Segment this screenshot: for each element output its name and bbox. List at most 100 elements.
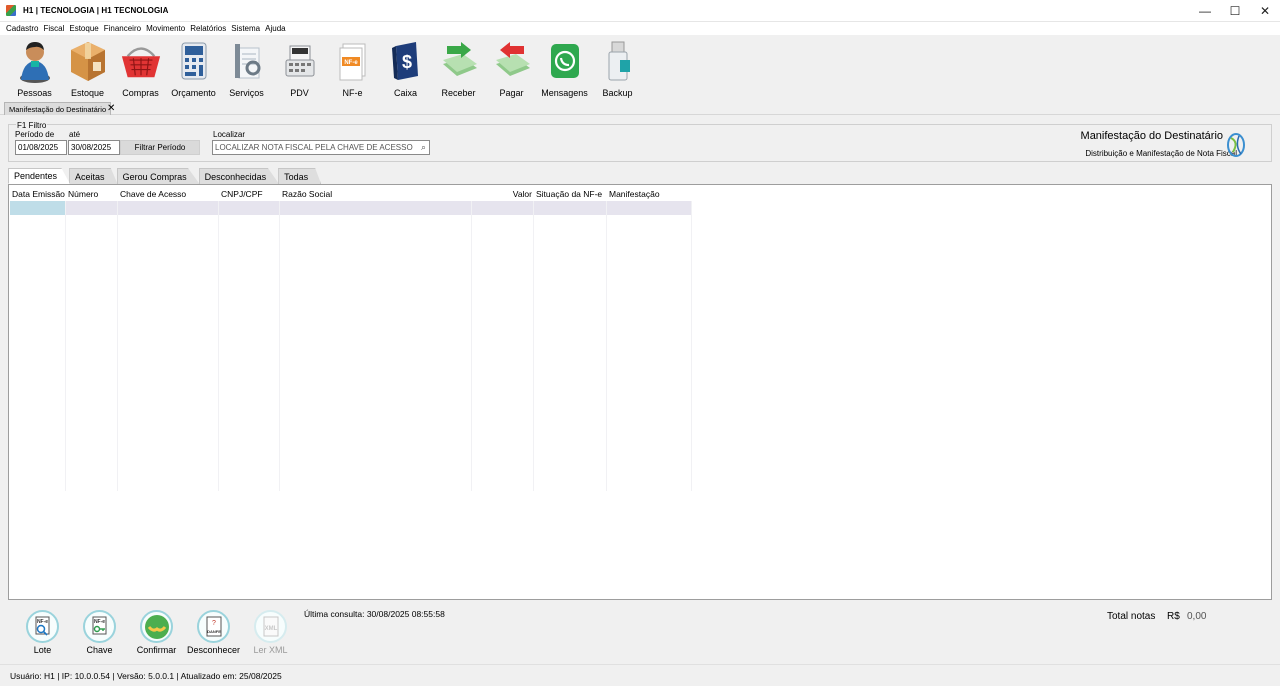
column-header-numero[interactable]: Número xyxy=(66,186,118,201)
toolbar-orcamento-button[interactable]: Orçamento xyxy=(167,35,220,98)
toolbar-label: Orçamento xyxy=(171,88,216,98)
toolbar-label: Mensagens xyxy=(541,88,588,98)
calculator-icon xyxy=(173,37,215,85)
toolbar-label: NF-e xyxy=(342,88,363,98)
window-title: H1 | TECNOLOGIA | H1 TECNOLOGIA xyxy=(23,6,169,15)
document-tab-label: Manifestação do Destinatário xyxy=(9,104,107,114)
svg-text:NF-e: NF-e xyxy=(36,619,47,625)
confirmar-button[interactable]: Confirmar xyxy=(128,606,185,656)
menu-financeiro[interactable]: Financeiro xyxy=(104,24,141,33)
menu-ajuda[interactable]: Ajuda xyxy=(265,24,285,33)
toolbar-compras-button[interactable]: Compras xyxy=(114,35,167,98)
menu-relatorios[interactable]: Relatórios xyxy=(190,24,226,33)
nfe-grid[interactable]: Data Emissão Número Chave de Acesso CNPJ… xyxy=(8,184,1272,600)
nfe-document-icon: NF-e xyxy=(332,37,374,85)
menu-sistema[interactable]: Sistema xyxy=(231,24,260,33)
xml-icon: XML xyxy=(254,610,287,643)
grid-column-lines xyxy=(10,201,692,491)
ler-xml-label: Ler XML xyxy=(253,645,288,655)
menu-movimento[interactable]: Movimento xyxy=(146,24,185,33)
toolbar-label: Pagar xyxy=(499,88,524,98)
last-query-timestamp: Última consulta: 30/08/2025 08:55:58 xyxy=(304,609,445,619)
main-toolbar: Pessoas Estoque Compras Orçamento Serviç… xyxy=(0,35,1280,101)
menu-estoque[interactable]: Estoque xyxy=(69,24,98,33)
cash-register-icon xyxy=(279,37,321,85)
total-currency: R$ xyxy=(1167,611,1180,622)
ler-xml-button[interactable]: XML Ler XML xyxy=(242,606,299,656)
basket-icon xyxy=(120,37,162,85)
confirm-handshake-icon xyxy=(140,610,173,643)
whatsapp-icon xyxy=(544,37,586,85)
search-icon[interactable]: ⌕ xyxy=(421,142,426,153)
status-tabs: Pendentes Aceitas Gerou Compras Desconhe… xyxy=(8,168,322,184)
svg-text:?: ? xyxy=(212,620,216,627)
desconhecer-label: Desconhecer xyxy=(186,645,241,655)
tools-icon xyxy=(226,37,268,85)
menu-cadastro[interactable]: Cadastro xyxy=(6,24,38,33)
date-to-field[interactable]: 30/08/2025 xyxy=(68,140,120,155)
column-header-razao-social[interactable]: Razão Social xyxy=(280,186,472,201)
close-tab-icon[interactable]: ✕ xyxy=(107,103,115,114)
menu-bar: Cadastro Fiscal Estoque Financeiro Movim… xyxy=(0,22,1280,35)
toolbar-caixa-button[interactable]: $ Caixa xyxy=(379,35,432,98)
toolbar-mensagens-button[interactable]: Mensagens xyxy=(538,35,591,98)
tab-pendentes[interactable]: Pendentes xyxy=(8,168,71,184)
close-window-button[interactable]: ✕ xyxy=(1250,0,1280,22)
nfe-key-icon: NF-e xyxy=(83,610,116,643)
toolbar-receber-button[interactable]: Receber xyxy=(432,35,485,98)
fiscal-seal-icon xyxy=(1225,132,1247,158)
toolbar-label: Backup xyxy=(602,88,633,98)
toolbar-label: Pessoas xyxy=(17,88,52,98)
toolbar-label: Receber xyxy=(441,88,476,98)
minimize-button[interactable]: — xyxy=(1190,0,1220,22)
column-header-data-emissao[interactable]: Data Emissão xyxy=(10,186,66,201)
filter-period-button[interactable]: Filtrar Período xyxy=(120,140,200,155)
status-text: Usuário: H1 | IP: 10.0.0.54 | Versão: 5.… xyxy=(10,670,282,681)
svg-text:NF-e: NF-e xyxy=(93,619,104,625)
document-tab-manifestacao[interactable]: Manifestação do Destinatário xyxy=(4,102,112,115)
toolbar-backup-button[interactable]: Backup xyxy=(591,35,644,98)
tab-todas[interactable]: Todas xyxy=(278,168,322,184)
money-book-icon: $ xyxy=(385,37,427,85)
box-icon xyxy=(67,37,109,85)
maximize-button[interactable]: ☐ xyxy=(1220,0,1250,22)
date-from-field[interactable]: 01/08/2025 xyxy=(15,140,67,155)
chave-button[interactable]: NF-e Chave xyxy=(71,606,128,656)
filter-panel: F1 Filtro Período de até 01/08/2025 30/0… xyxy=(8,121,1272,162)
period-from-label: Período de xyxy=(15,130,55,139)
toolbar-nfe-button[interactable]: NF-e NF-e xyxy=(326,35,379,98)
column-header-valor[interactable]: Valor xyxy=(472,186,534,201)
column-header-situacao[interactable]: Situação da NF-e xyxy=(534,186,607,201)
page-title: Manifestação do Destinatário xyxy=(1080,130,1223,142)
toolbar-label: Estoque xyxy=(70,88,105,98)
toolbar-servicos-button[interactable]: Serviços xyxy=(220,35,273,98)
document-tab-strip: Manifestação do Destinatário ✕ xyxy=(0,102,1280,115)
toolbar-label: Serviços xyxy=(229,88,264,98)
toolbar-pessoas-button[interactable]: Pessoas xyxy=(8,35,61,98)
action-bar: NF-e Lote NF-e Chave Confirmar ? DANFE De… xyxy=(14,606,299,656)
tab-desconhecidas[interactable]: Desconhecidas xyxy=(198,168,280,184)
grid-content: Data Emissão Número Chave de Acesso CNPJ… xyxy=(10,186,692,491)
column-header-manifestacao[interactable]: Manifestação xyxy=(607,186,692,201)
search-placeholder: LOCALIZAR NOTA FISCAL PELA CHAVE DE ACES… xyxy=(215,143,413,152)
toolbar-pdv-button[interactable]: PDV xyxy=(273,35,326,98)
column-header-cnpj-cpf[interactable]: CNPJ/CPF xyxy=(219,186,280,201)
person-icon xyxy=(14,37,56,85)
svg-text:DANFE: DANFE xyxy=(207,629,221,634)
menu-fiscal[interactable]: Fiscal xyxy=(43,24,64,33)
tab-gerou-compras[interactable]: Gerou Compras xyxy=(116,168,200,184)
column-header-chave-acesso[interactable]: Chave de Acesso xyxy=(118,186,219,201)
svg-text:$: $ xyxy=(401,52,411,72)
tab-aceitas[interactable]: Aceitas xyxy=(69,168,118,184)
desconhecer-button[interactable]: ? DANFE Desconhecer xyxy=(185,606,242,656)
usb-drive-icon xyxy=(597,37,639,85)
window-controls: — ☐ ✕ xyxy=(1190,0,1280,22)
title-bar: H1 | TECNOLOGIA | H1 TECNOLOGIA — ☐ ✕ xyxy=(0,0,1280,22)
danfe-unknown-icon: ? DANFE xyxy=(197,610,230,643)
search-input[interactable]: LOCALIZAR NOTA FISCAL PELA CHAVE DE ACES… xyxy=(212,140,430,155)
svg-text:XML: XML xyxy=(264,626,277,632)
lote-button[interactable]: NF-e Lote xyxy=(14,606,71,656)
total-notes-label: Total notas xyxy=(1107,611,1156,622)
toolbar-estoque-button[interactable]: Estoque xyxy=(61,35,114,98)
toolbar-pagar-button[interactable]: Pagar xyxy=(485,35,538,98)
